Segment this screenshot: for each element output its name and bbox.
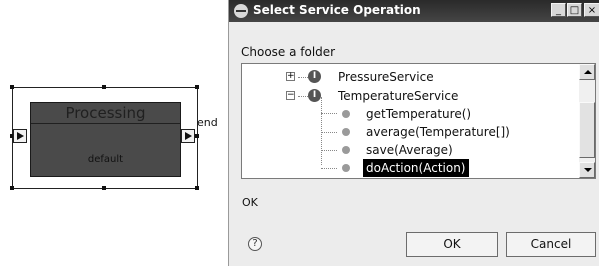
dialog-app-icon: [234, 4, 248, 18]
input-port-icon[interactable]: [13, 129, 27, 143]
help-icon[interactable]: ?: [248, 237, 262, 251]
operation-icon: [342, 164, 350, 172]
end-port-label: end: [197, 116, 218, 129]
dialog-title: Select Service Operation: [253, 3, 421, 17]
resize-handle-se[interactable]: [195, 186, 199, 190]
processing-node[interactable]: Processing default: [30, 102, 181, 177]
status-message: OK: [242, 196, 258, 209]
service-interface-icon: I: [308, 89, 321, 102]
scroll-down-arrow-icon[interactable]: [579, 162, 595, 178]
resize-handle-sw[interactable]: [10, 186, 14, 190]
cancel-button[interactable]: Cancel: [506, 232, 596, 257]
tree-item-label: PressureService: [338, 70, 434, 84]
tree-item-label: TemperatureService: [338, 89, 459, 103]
operation-icon: [342, 110, 350, 118]
service-interface-icon: I: [308, 70, 321, 83]
resize-handle-ne[interactable]: [195, 85, 199, 89]
scrollbar-thumb[interactable]: [579, 102, 595, 158]
expand-toggle[interactable]: +: [286, 72, 295, 81]
service-tree[interactable]: + I PressureService − I TemperatureServi…: [241, 63, 596, 179]
tree-item-temperature-service[interactable]: − I TemperatureService: [242, 87, 580, 105]
dialog-titlebar[interactable]: Select Service Operation _ □ ×: [229, 0, 599, 22]
tree-item-operation[interactable]: getTemperature(): [242, 105, 580, 123]
tree-item-label: average(Temperature[]): [366, 125, 510, 139]
folder-prompt-label: Choose a folder: [241, 45, 336, 59]
tree-item-label: doAction(Action): [363, 159, 469, 177]
resize-handle-s[interactable]: [102, 186, 106, 190]
diagram-canvas[interactable]: Processing default end: [0, 0, 230, 266]
maximize-button[interactable]: □: [567, 3, 582, 17]
tree-item-label: save(Average): [366, 143, 453, 157]
resize-handle-nw[interactable]: [10, 85, 14, 89]
operation-icon: [342, 146, 350, 154]
collapse-toggle[interactable]: −: [286, 91, 295, 100]
resize-handle-n[interactable]: [102, 85, 106, 89]
processing-node-title: Processing: [65, 104, 146, 122]
tree-scrollbar[interactable]: [579, 64, 595, 178]
select-service-operation-dialog: Select Service Operation _ □ × Choose a …: [228, 0, 599, 266]
tree-item-operation-selected[interactable]: doAction(Action): [242, 159, 580, 177]
node-divider: [31, 123, 180, 124]
ok-button[interactable]: OK: [406, 232, 498, 257]
operation-icon: [342, 128, 350, 136]
tree-item-operation[interactable]: save(Average): [242, 141, 580, 159]
output-port-icon[interactable]: [181, 129, 195, 143]
scroll-up-arrow-icon[interactable]: [579, 64, 595, 80]
tree-item-operation[interactable]: average(Temperature[]): [242, 123, 580, 141]
minimize-button[interactable]: _: [551, 3, 566, 17]
processing-node-label: default: [87, 154, 124, 165]
tree-item-pressure-service[interactable]: + I PressureService: [242, 68, 580, 86]
close-button[interactable]: ×: [584, 3, 599, 17]
resize-handle-e[interactable]: [195, 134, 199, 138]
tree-item-label: getTemperature(): [366, 107, 472, 121]
